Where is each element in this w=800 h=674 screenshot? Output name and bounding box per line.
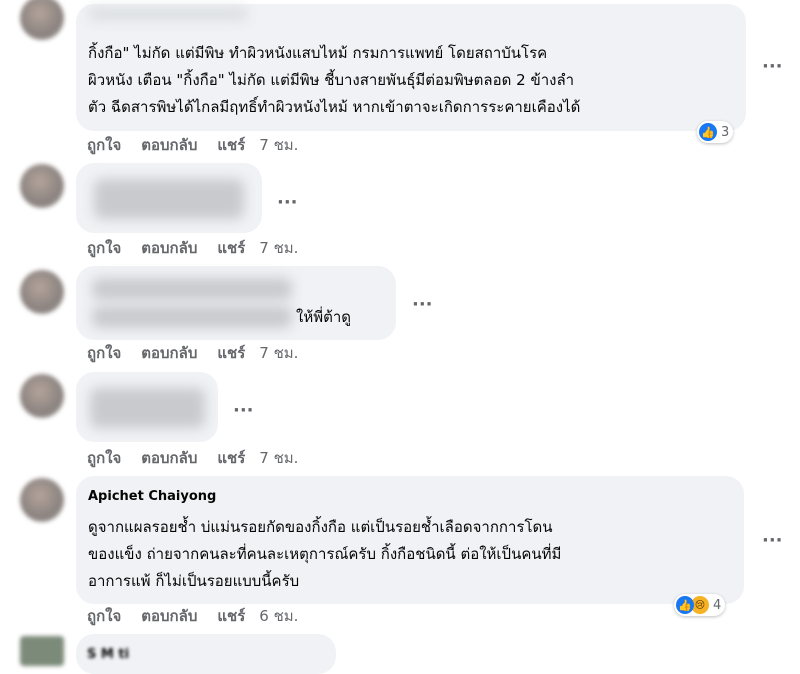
timestamp[interactable]: 7 ชม. (259, 448, 298, 468)
like-link[interactable]: ถูกใจ (87, 448, 121, 468)
more-options-button[interactable]: ··· (762, 532, 783, 550)
blurred-comment-text (92, 278, 292, 300)
avatar[interactable] (20, 478, 64, 522)
reply-link[interactable]: ตอบกลับ (141, 238, 197, 258)
timestamp[interactable]: 7 ชม. (259, 343, 298, 363)
share-link[interactable]: แชร์ (217, 606, 245, 626)
avatar[interactable] (20, 636, 64, 666)
more-options-button[interactable]: ··· (762, 58, 783, 76)
blurred-comment-text (92, 306, 292, 328)
like-link[interactable]: ถูกใจ (87, 135, 121, 155)
reply-link[interactable]: ตอบกลับ (141, 448, 197, 468)
share-link[interactable]: แชร์ (217, 343, 245, 363)
reaction-count: 4 (713, 597, 722, 613)
reply-link[interactable]: ตอบกลับ (141, 606, 197, 626)
comment-text: ให้พี่ต้าดู (296, 308, 352, 326)
more-options-button[interactable]: ··· (412, 296, 433, 314)
comment-bubble (76, 372, 218, 442)
comment-actions: ถูกใจ ตอบกลับ แชร์ 7 ชม. (87, 448, 318, 468)
comment-bubble: ให้พี่ต้าดู (76, 266, 396, 340)
comment-text: ดูจากแผลรอยช้ำ บ่แม่นรอยกัดของกิ้งกือ แต… (88, 518, 562, 590)
comment-actions: ถูกใจ ตอบกลับ แชร์ 6 ชม. (87, 606, 318, 626)
reply-link[interactable]: ตอบกลับ (141, 135, 197, 155)
timestamp[interactable]: 7 ชม. (259, 135, 298, 155)
more-options-button[interactable]: ··· (233, 402, 254, 420)
reaction-summary[interactable]: 👍 😢 4 (674, 594, 726, 616)
comment-author[interactable]: Apichet Chaiyong (88, 488, 216, 506)
comment-author[interactable]: S M ti (87, 647, 129, 662)
comment-actions: ถูกใจ ตอบกลับ แชร์ 7 ชม. (87, 238, 318, 258)
like-reaction-icon: 👍 (676, 596, 694, 614)
avatar[interactable] (20, 270, 64, 314)
comment-actions: ถูกใจ ตอบกลับ แชร์ 7 ชม. (87, 343, 318, 363)
share-link[interactable]: แชร์ (217, 135, 245, 155)
blurred-author-name (88, 8, 248, 20)
share-link[interactable]: แชร์ (217, 238, 245, 258)
avatar[interactable] (20, 374, 64, 418)
comment-bubble: กิ้งกือ" ไม่กัด แต่มีพิษ ทำผิวหนังแสบไหม… (76, 4, 746, 131)
like-link[interactable]: ถูกใจ (87, 343, 121, 363)
reaction-count: 3 (721, 124, 730, 140)
comment-text: กิ้งกือ" ไม่กัด แต่มีพิษ ทำผิวหนังแสบไหม… (88, 44, 581, 116)
share-link[interactable]: แชร์ (217, 448, 245, 468)
comment-bubble: Apichet Chaiyong ดูจากแผลรอยช้ำ บ่แม่นรอ… (76, 476, 744, 604)
comment-bubble (76, 163, 262, 233)
blurred-comment-text (90, 388, 205, 428)
reply-link[interactable]: ตอบกลับ (141, 343, 197, 363)
timestamp[interactable]: 7 ชม. (259, 238, 298, 258)
like-link[interactable]: ถูกใจ (87, 238, 121, 258)
like-reaction-icon: 👍 (699, 123, 717, 141)
avatar[interactable] (20, 0, 64, 40)
more-options-button[interactable]: ··· (277, 194, 298, 212)
blurred-comment-text (94, 179, 244, 219)
comment-actions: ถูกใจ ตอบกลับ แชร์ 7 ชม. (87, 135, 318, 155)
reaction-summary[interactable]: 👍 3 (697, 121, 734, 143)
like-link[interactable]: ถูกใจ (87, 606, 121, 626)
avatar[interactable] (20, 164, 64, 208)
timestamp[interactable]: 6 ชม. (259, 606, 298, 626)
